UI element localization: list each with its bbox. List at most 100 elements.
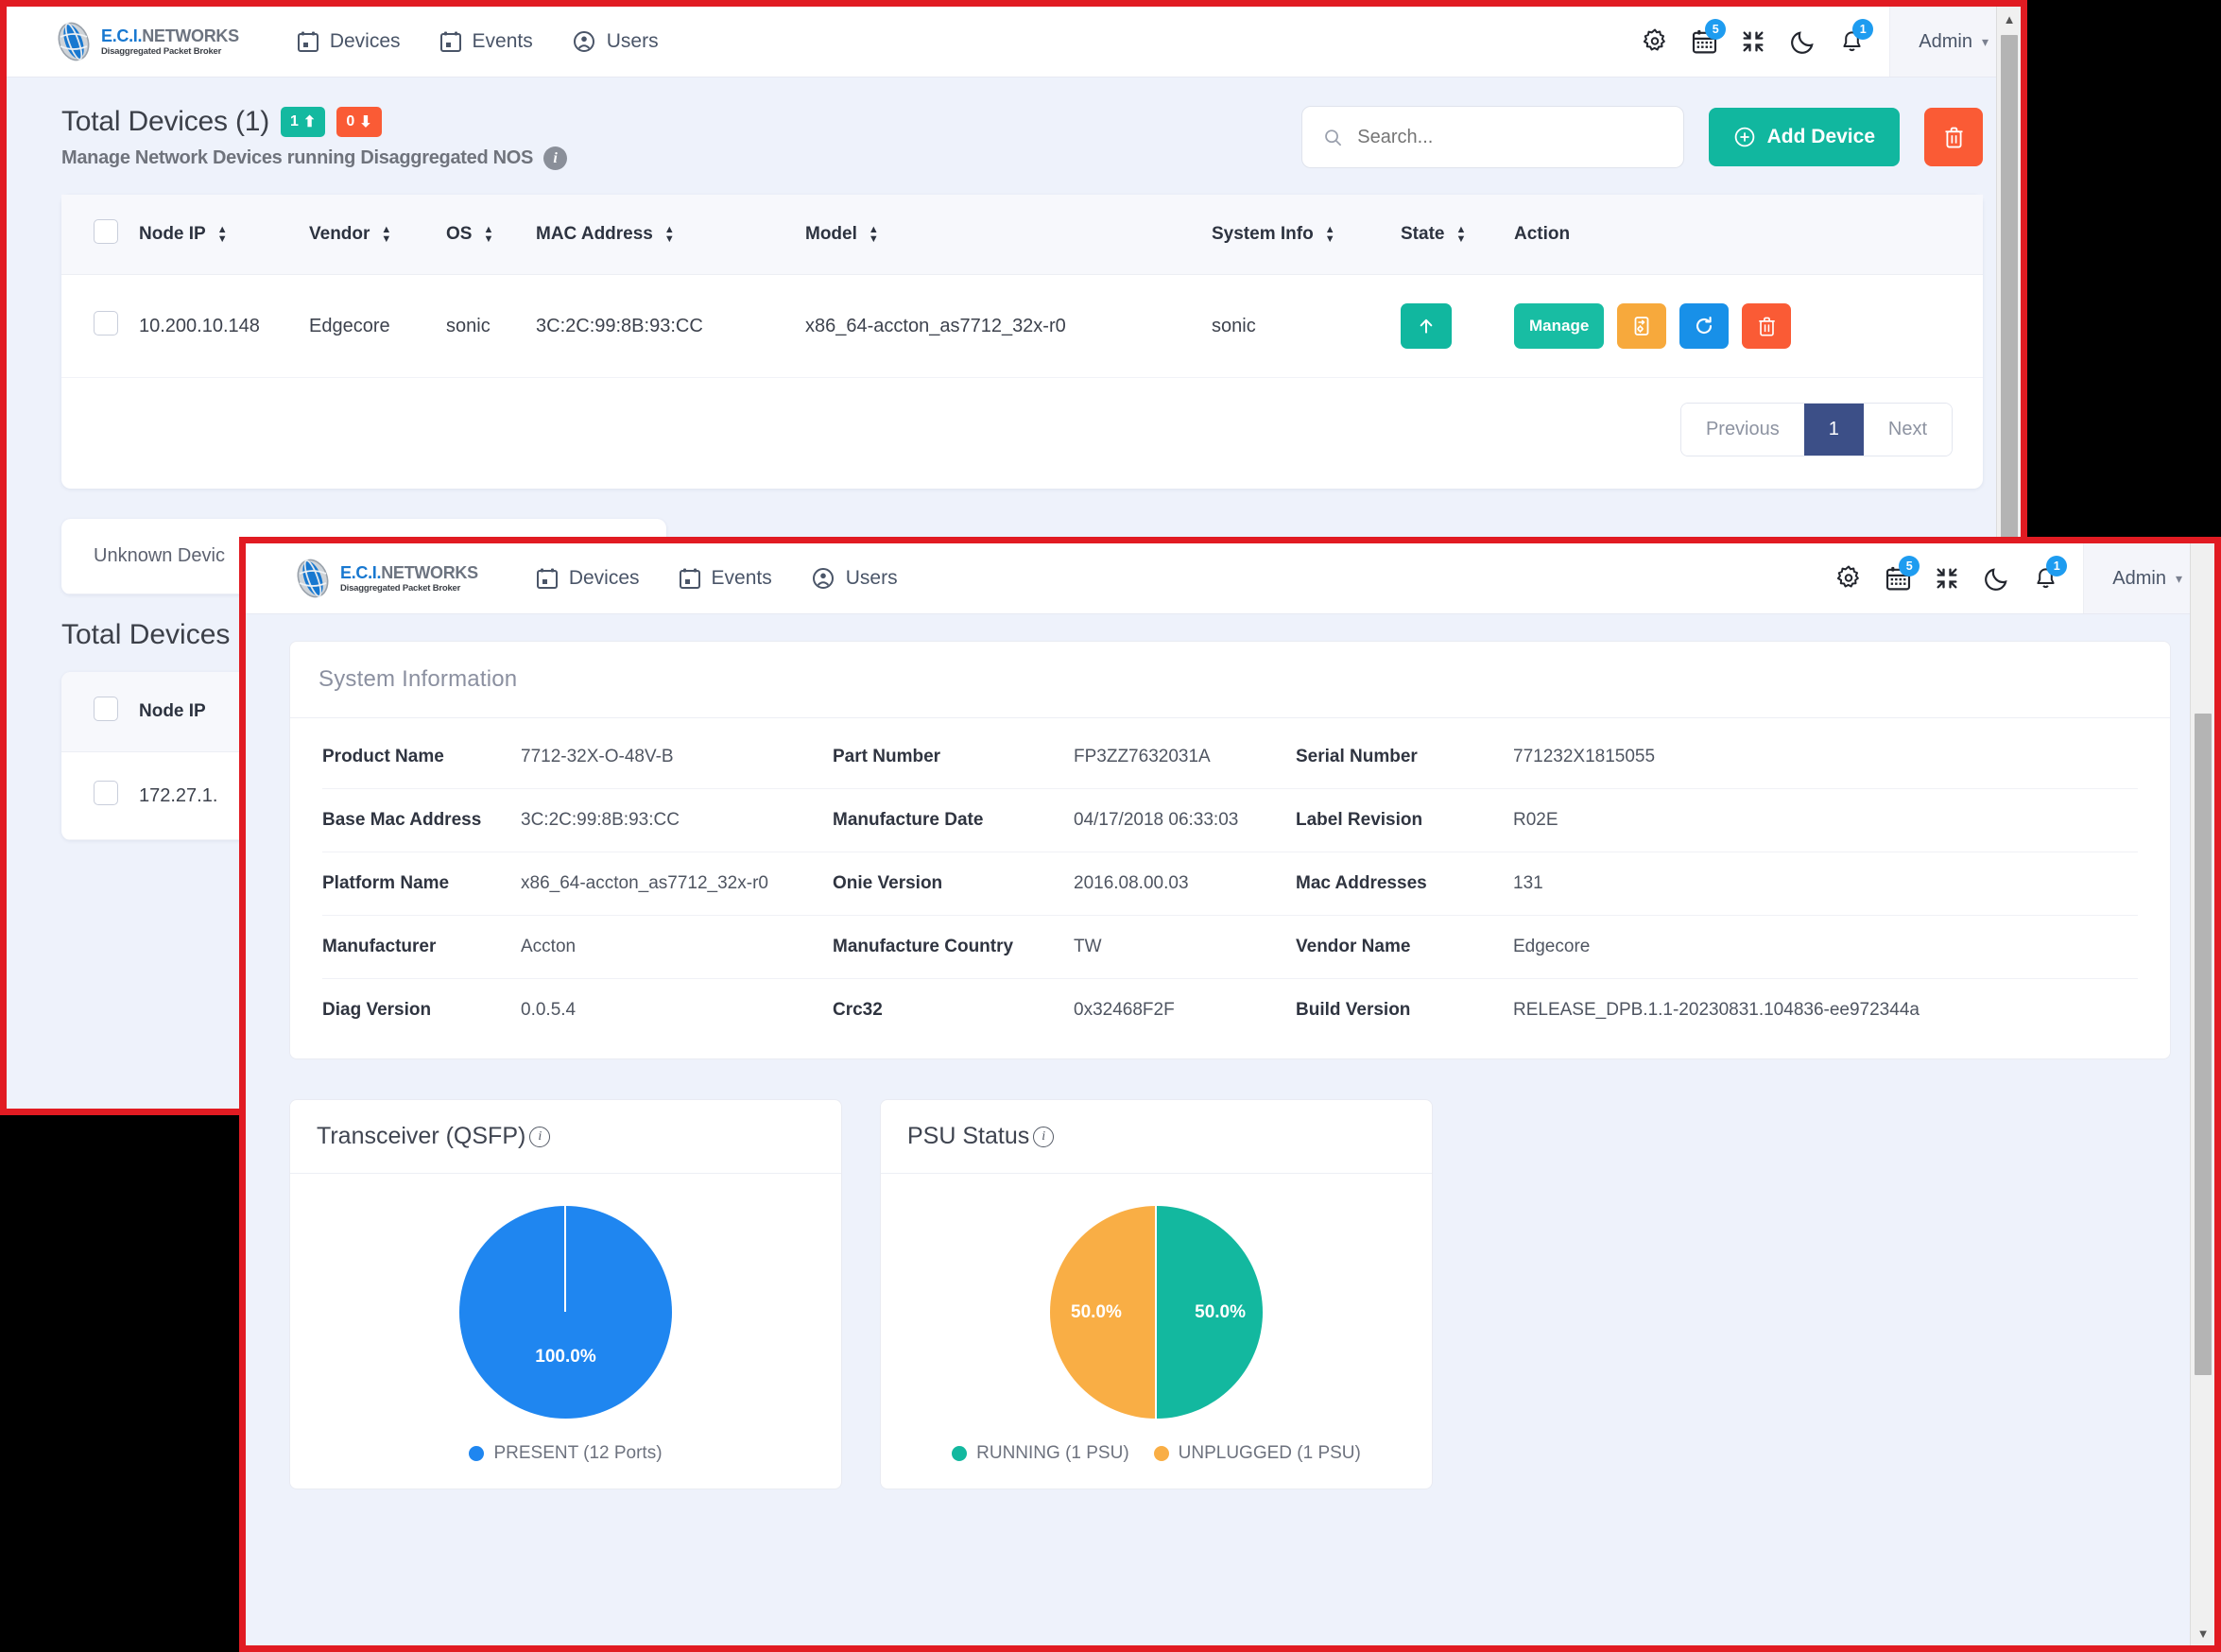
calendar-icon[interactable]: 5 [1679,17,1729,66]
key-onie-version: Onie Version [833,852,1074,916]
screenshot-stage: E.C.I.NETWORKS Disaggregated Packet Brok… [0,0,2221,1652]
calendar-icon[interactable]: 5 [1873,554,1922,603]
globe-sphere-logo [297,559,329,598]
column-model[interactable]: Model ▲ ▼ [805,195,1212,275]
nav-item-users[interactable]: Users [573,30,659,53]
key-part-number: Part Number [833,726,1074,789]
compress-icon[interactable] [1729,17,1778,66]
cell-model: x86_64-accton_as7712_32x-r0 [805,274,1212,378]
value-part-number: FP3ZZ7632031A [1074,726,1296,789]
sort-icon: ▲ ▼ [1324,224,1335,245]
tab-unknown-devices[interactable]: Unknown Devic [94,545,225,566]
trash-icon [1944,127,1963,147]
brand-tagline: Disaggregated Packet Broker [340,582,461,594]
row-checkbox[interactable] [94,781,118,805]
select-all-checkbox[interactable] [94,697,118,721]
legend-label: UNPLUGGED (1 PSU) [1178,1443,1361,1463]
legend-item: PRESENT (12 Ports) [469,1443,663,1464]
value-base-mac-address: 3C:2C:99:8B:93:CC [521,788,833,852]
scroll-up-arrow[interactable]: ▲ [1997,7,2021,31]
key-manufacture-date: Manufacture Date [833,788,1074,852]
device-state-up-button[interactable] [1401,303,1452,349]
scroll-thumb[interactable] [2195,714,2212,1375]
compress-icon[interactable] [1922,554,1971,603]
table-row: Platform Name x86_64-accton_as7712_32x-r… [322,852,2138,916]
column-node-ip[interactable]: Node IP ▲ ▼ [139,195,309,275]
settings-gear-icon[interactable] [1824,554,1873,603]
column-state[interactable]: State ▲ ▼ [1401,195,1514,275]
add-device-button[interactable]: Add Device [1708,108,1900,166]
bulk-delete-button[interactable] [1924,108,1983,166]
cell-node-ip: 10.200.10.148 [139,274,309,378]
column-vendor[interactable]: Vendor ▲ ▼ [309,195,446,275]
psu-pie-label-running: 50.0% [1195,1301,1246,1322]
delete-device-button[interactable] [1742,303,1792,349]
search-icon [1324,129,1341,146]
value-label-revision: R02E [1513,788,2138,852]
settings-gear-icon[interactable] [1630,17,1679,66]
nav-item-events[interactable]: Events [679,567,772,590]
nav-item-users[interactable]: Users [812,567,898,590]
charts-row: Transceiver (QSFP) i 100.0% PRESENT (12 … [289,1099,2171,1533]
notification-bell-icon[interactable]: 1 [1827,17,1876,66]
modal-brand-logo-block[interactable]: E.C.I.NETWORKS Disaggregated Packet Brok… [291,557,478,600]
row-checkbox[interactable] [94,311,118,336]
modal-navbar-actions: 5 1 Admin ▾ [1824,543,2214,613]
nav-label-users: Users [606,30,659,52]
calendar-device-icon [297,31,319,52]
calendar-badge: 5 [1705,19,1727,40]
scroll-down-arrow[interactable]: ▼ [2191,1621,2214,1645]
notification-bell-icon[interactable]: 1 [2021,554,2070,603]
column-system-info[interactable]: System Info ▲ ▼ [1212,195,1401,275]
row-select-cell [61,274,139,378]
column-os[interactable]: OS ▲ ▼ [446,195,536,275]
column-mac-address[interactable]: MAC Address ▲ ▼ [536,195,805,275]
dark-mode-moon-icon[interactable] [1971,554,2021,603]
table-row: Base Mac Address 3C:2C:99:8B:93:CC Manuf… [322,788,2138,852]
pagination-previous[interactable]: Previous [1680,404,1804,456]
legend-item: UNPLUGGED (1 PSU) [1153,1443,1361,1464]
table-row[interactable]: 10.200.10.148 Edgecore sonic 3C:2C:99:8B… [61,274,1983,378]
system-information-title: System Information [319,666,518,692]
nav-item-events[interactable]: Events [439,30,533,53]
search-box[interactable] [1300,106,1684,168]
transceiver-pie-label: 100.0% [535,1346,596,1367]
page-title: Total Devices (1) [61,106,270,137]
select-all-checkbox[interactable] [94,219,118,244]
brand-name-secondary: NETWORKS [381,562,478,582]
cell-vendor: Edgecore [309,274,446,378]
nav-item-devices[interactable]: Devices [536,567,640,590]
brand-name-primary: E.C.I. [340,562,382,582]
column-label: OS [446,224,473,244]
nav-item-devices[interactable]: Devices [297,30,401,53]
column-label: Vendor [309,224,370,244]
user-circle-icon [573,31,594,52]
page-subtitle: Manage Network Devices running Disaggreg… [61,147,534,168]
devices-table-card: Node IP ▲ ▼ Vendor ▲ ▼ OS ▲ ▼ MAC Addres… [61,195,1983,489]
psu-pie-label-unplugged: 50.0% [1071,1301,1122,1322]
system-information-table: Product Name 7712-32X-O-48V-B Part Numbe… [322,726,2138,1041]
transceiver-pie-chart: 100.0% [459,1206,672,1419]
system-information-header: System Information [290,642,2170,718]
brand-logo-block[interactable]: E.C.I.NETWORKS Disaggregated Packet Brok… [52,20,239,63]
refresh-icon[interactable] [1679,303,1730,349]
pagination-page-1[interactable]: 1 [1803,404,1864,456]
modal-scrollbar[interactable]: ▼ [2190,543,2214,1645]
info-icon[interactable]: i [543,146,568,170]
search-input[interactable] [1357,126,1662,148]
primary-nav: Devices Events Users [297,30,659,53]
device-config-icon[interactable] [1617,303,1667,349]
value-mac-addresses: 131 [1513,852,2138,916]
column-action: Action [1514,195,1983,275]
top-navbar: E.C.I.NETWORKS Disaggregated Packet Brok… [7,7,2021,77]
key-label-revision: Label Revision [1296,788,1513,852]
sort-icon: ▲ ▼ [483,224,494,245]
info-icon[interactable]: i [1033,1126,1055,1147]
dark-mode-moon-icon[interactable] [1778,17,1827,66]
legend-label: RUNNING (1 PSU) [976,1443,1129,1463]
sort-icon: ▲ ▼ [663,224,675,245]
pagination-next[interactable]: Next [1863,404,1952,456]
manage-button[interactable]: Manage [1514,303,1605,349]
trash-icon [1759,317,1775,336]
info-icon[interactable]: i [529,1126,551,1147]
